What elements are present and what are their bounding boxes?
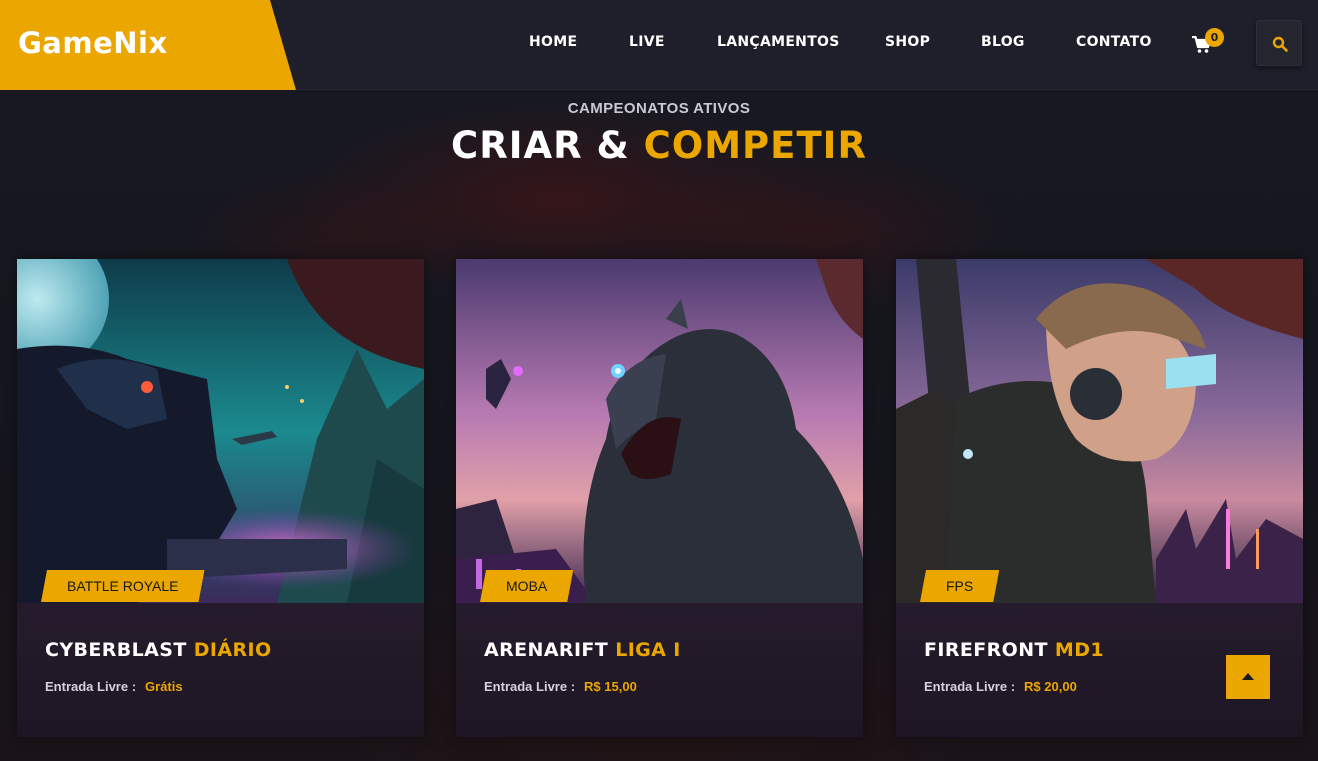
card-body [17,603,424,737]
arenarift-artwork [456,259,863,603]
tournament-card-arenarift[interactable]: MOBA ARENARIFT LIGA I Entrada Livre : R$ … [456,259,863,737]
entry-fee: Entrada Livre : R$ 15,00 [484,679,637,694]
nav-home[interactable]: HOME [529,34,577,50]
entry-fee-value: Grátis [145,679,183,694]
entry-fee-label: Entrada Livre : [45,679,137,694]
card-title[interactable]: FIREFRONT MD1 [924,639,1104,661]
entry-fee-label: Entrada Livre : [924,679,1016,694]
entry-fee-value: R$ 20,00 [1024,679,1077,694]
card-title-accent: DIÁRIO [193,639,272,661]
genre-tag[interactable]: MOBA [480,570,573,602]
card-image[interactable] [456,259,863,603]
firefront-artwork [896,259,1303,603]
scroll-top-button[interactable] [1226,655,1270,699]
card-title-accent: LIGA I [615,639,681,661]
card-title-main: ARENARIFT [484,639,609,661]
nav-contato[interactable]: CONTATO [1076,34,1152,50]
card-image[interactable] [17,259,424,603]
nav-blog[interactable]: BLOG [981,34,1025,50]
site-header: GameNix HOME LIVE LANÇAMENTOS SHOP BLOG … [0,0,1318,90]
card-title-accent: MD1 [1054,639,1105,661]
section-title: CRIAR & COMPETIR [0,124,1318,167]
entry-fee-label: Entrada Livre : [484,679,576,694]
nav-lancamentos[interactable]: LANÇAMENTOS [717,34,840,50]
logo[interactable]: GameNix [18,26,168,60]
search-icon [1272,36,1288,52]
card-title[interactable]: CYBERBLAST DIÁRIO [45,639,272,661]
cyberblast-artwork [17,259,424,603]
genre-tag[interactable]: FPS [920,570,999,602]
tournament-card-cyberblast[interactable]: BATTLE ROYALE CYBERBLAST DIÁRIO Entrada … [17,259,424,737]
card-body [456,603,863,737]
nav-live[interactable]: LIVE [629,34,665,50]
entry-fee: Entrada Livre : Grátis [45,679,183,694]
logo-block[interactable]: GameNix [0,0,296,90]
cart-button[interactable]: 0 [1190,28,1226,60]
section-subtitle: CAMPEONATOS ATIVOS [567,100,751,117]
arrow-up-icon [1242,673,1254,680]
nav-shop[interactable]: SHOP [885,34,930,50]
cart-count-badge: 0 [1205,28,1224,47]
entry-fee-value: R$ 15,00 [584,679,637,694]
entry-fee: Entrada Livre : R$ 20,00 [924,679,1077,694]
section-title-accent: COMPETIR [643,124,867,167]
genre-tag[interactable]: BATTLE ROYALE [41,570,205,602]
section-title-white: CRIAR & [451,124,630,167]
card-title[interactable]: ARENARIFT LIGA I [484,639,681,661]
card-image[interactable] [896,259,1303,603]
card-title-main: CYBERBLAST [45,639,187,661]
search-button[interactable] [1256,20,1302,66]
card-title-main: FIREFRONT [924,639,1048,661]
